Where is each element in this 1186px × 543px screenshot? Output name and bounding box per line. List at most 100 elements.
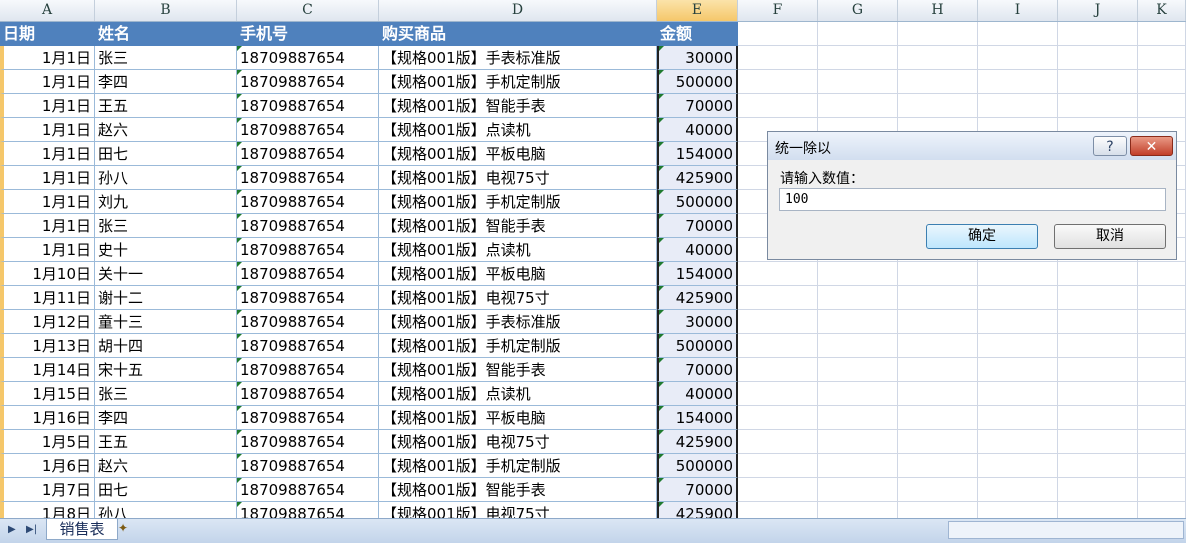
product-cell[interactable]: 【规格001版】手机定制版 xyxy=(379,190,657,214)
header-cell[interactable]: 手机号 xyxy=(237,22,379,46)
empty-cell[interactable] xyxy=(898,358,978,382)
empty-cell[interactable] xyxy=(1058,334,1138,358)
empty-cell[interactable] xyxy=(1138,46,1186,70)
product-cell[interactable]: 【规格001版】平板电脑 xyxy=(379,142,657,166)
date-cell[interactable]: 1月14日 xyxy=(0,358,95,382)
empty-cell[interactable] xyxy=(818,94,898,118)
phone-cell[interactable]: 18709887654 xyxy=(237,286,379,310)
empty-cell[interactable] xyxy=(818,358,898,382)
name-cell[interactable]: 孙八 xyxy=(95,166,237,190)
empty-cell[interactable] xyxy=(818,262,898,286)
empty-cell[interactable] xyxy=(1058,94,1138,118)
empty-cell[interactable] xyxy=(1138,502,1186,518)
empty-cell[interactable] xyxy=(738,262,818,286)
amount-cell[interactable]: 500000 xyxy=(657,190,738,214)
column-header-i[interactable]: I xyxy=(978,0,1058,21)
phone-cell[interactable]: 18709887654 xyxy=(237,502,379,518)
dialog-titlebar[interactable]: 统一除以 ? ✕ xyxy=(768,132,1176,160)
empty-cell[interactable] xyxy=(1058,262,1138,286)
empty-cell[interactable] xyxy=(818,334,898,358)
empty-cell[interactable] xyxy=(1138,310,1186,334)
amount-cell[interactable]: 500000 xyxy=(657,334,738,358)
product-cell[interactable]: 【规格001版】手机定制版 xyxy=(379,454,657,478)
sheet-tab-sales[interactable]: 销售表 xyxy=(46,519,118,540)
product-cell[interactable]: 【规格001版】点读机 xyxy=(379,238,657,262)
name-cell[interactable]: 宋十五 xyxy=(95,358,237,382)
name-cell[interactable]: 张三 xyxy=(95,214,237,238)
empty-cell[interactable] xyxy=(898,46,978,70)
column-header-d[interactable]: D xyxy=(379,0,657,21)
date-cell[interactable]: 1月1日 xyxy=(0,166,95,190)
empty-cell[interactable] xyxy=(898,262,978,286)
date-cell[interactable]: 1月16日 xyxy=(0,406,95,430)
empty-cell[interactable] xyxy=(978,358,1058,382)
empty-cell[interactable] xyxy=(738,310,818,334)
empty-cell[interactable] xyxy=(818,22,898,46)
empty-cell[interactable] xyxy=(738,358,818,382)
empty-cell[interactable] xyxy=(898,454,978,478)
empty-cell[interactable] xyxy=(818,46,898,70)
phone-cell[interactable]: 18709887654 xyxy=(237,358,379,382)
date-cell[interactable]: 1月1日 xyxy=(0,142,95,166)
amount-cell[interactable]: 154000 xyxy=(657,142,738,166)
empty-cell[interactable] xyxy=(818,382,898,406)
date-cell[interactable]: 1月1日 xyxy=(0,238,95,262)
ok-button[interactable]: 确定 xyxy=(926,224,1038,249)
column-header-h[interactable]: H xyxy=(898,0,978,21)
empty-cell[interactable] xyxy=(978,46,1058,70)
empty-cell[interactable] xyxy=(1138,454,1186,478)
name-cell[interactable]: 李四 xyxy=(95,406,237,430)
empty-cell[interactable] xyxy=(1058,310,1138,334)
phone-cell[interactable]: 18709887654 xyxy=(237,214,379,238)
empty-cell[interactable] xyxy=(738,70,818,94)
empty-cell[interactable] xyxy=(818,310,898,334)
cancel-button[interactable]: 取消 xyxy=(1054,224,1166,249)
name-cell[interactable]: 张三 xyxy=(95,46,237,70)
empty-cell[interactable] xyxy=(898,94,978,118)
empty-cell[interactable] xyxy=(978,502,1058,518)
amount-cell[interactable]: 500000 xyxy=(657,454,738,478)
empty-cell[interactable] xyxy=(1058,406,1138,430)
amount-cell[interactable]: 70000 xyxy=(657,358,738,382)
date-cell[interactable]: 1月1日 xyxy=(0,94,95,118)
empty-cell[interactable] xyxy=(738,22,818,46)
date-cell[interactable]: 1月7日 xyxy=(0,478,95,502)
amount-cell[interactable]: 425900 xyxy=(657,286,738,310)
phone-cell[interactable]: 18709887654 xyxy=(237,190,379,214)
empty-cell[interactable] xyxy=(818,70,898,94)
empty-cell[interactable] xyxy=(898,430,978,454)
amount-cell[interactable]: 425900 xyxy=(657,430,738,454)
phone-cell[interactable]: 18709887654 xyxy=(237,94,379,118)
empty-cell[interactable] xyxy=(978,382,1058,406)
empty-cell[interactable] xyxy=(1058,70,1138,94)
close-button[interactable]: ✕ xyxy=(1130,136,1173,156)
empty-cell[interactable] xyxy=(1138,478,1186,502)
empty-cell[interactable] xyxy=(738,382,818,406)
name-cell[interactable]: 史十 xyxy=(95,238,237,262)
amount-cell[interactable]: 70000 xyxy=(657,214,738,238)
date-cell[interactable]: 1月13日 xyxy=(0,334,95,358)
amount-cell[interactable]: 40000 xyxy=(657,382,738,406)
name-cell[interactable]: 田七 xyxy=(95,478,237,502)
empty-cell[interactable] xyxy=(738,46,818,70)
empty-cell[interactable] xyxy=(738,94,818,118)
empty-cell[interactable] xyxy=(818,430,898,454)
empty-cell[interactable] xyxy=(1138,358,1186,382)
name-cell[interactable]: 王五 xyxy=(95,430,237,454)
column-header-a[interactable]: A xyxy=(0,0,95,21)
empty-cell[interactable] xyxy=(1058,478,1138,502)
empty-cell[interactable] xyxy=(818,478,898,502)
empty-cell[interactable] xyxy=(1138,334,1186,358)
product-cell[interactable]: 【规格001版】平板电脑 xyxy=(379,262,657,286)
product-cell[interactable]: 【规格001版】智能手表 xyxy=(379,478,657,502)
amount-cell[interactable]: 30000 xyxy=(657,310,738,334)
column-header-f[interactable]: F xyxy=(738,0,818,21)
empty-cell[interactable] xyxy=(1058,22,1138,46)
name-cell[interactable]: 谢十二 xyxy=(95,286,237,310)
column-header-b[interactable]: B xyxy=(95,0,237,21)
product-cell[interactable]: 【规格001版】手机定制版 xyxy=(379,70,657,94)
product-cell[interactable]: 【规格001版】手表标准版 xyxy=(379,46,657,70)
amount-cell[interactable]: 30000 xyxy=(657,46,738,70)
product-cell[interactable]: 【规格001版】电视75寸 xyxy=(379,166,657,190)
phone-cell[interactable]: 18709887654 xyxy=(237,478,379,502)
